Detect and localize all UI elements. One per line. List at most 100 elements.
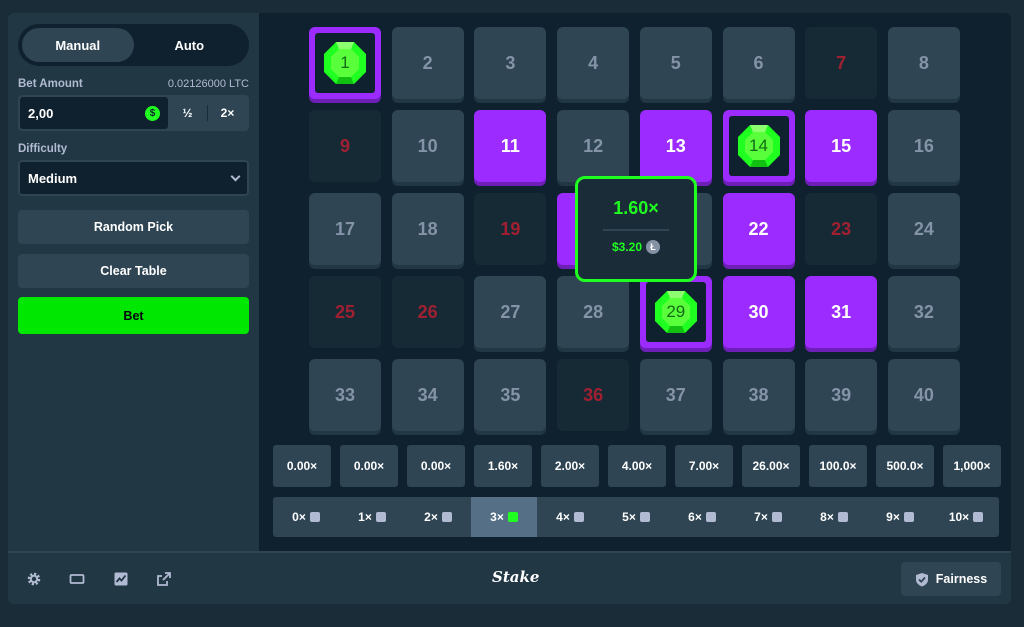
tile-number: 40 bbox=[913, 384, 934, 405]
tile-9[interactable]: 9 bbox=[309, 110, 381, 182]
hit-count-item: 4× bbox=[537, 497, 603, 537]
tile-24[interactable]: 24 bbox=[887, 193, 960, 265]
tile-25[interactable]: 25 bbox=[309, 276, 381, 348]
multiplier-box: 500.0× bbox=[876, 445, 934, 487]
tile-15[interactable]: 15 bbox=[805, 110, 878, 182]
tile-number: 39 bbox=[831, 384, 852, 405]
tile-18[interactable]: 18 bbox=[391, 193, 464, 265]
gem-square-icon bbox=[771, 512, 782, 522]
mode-toggle: Manual Auto bbox=[18, 24, 249, 66]
tile-5[interactable]: 5 bbox=[639, 27, 712, 99]
tile-1[interactable]: 1 bbox=[309, 27, 381, 99]
stats-chart-icon[interactable] bbox=[113, 571, 129, 587]
difficulty-label: Difficulty bbox=[18, 143, 68, 155]
tile-27[interactable]: 27 bbox=[474, 276, 547, 348]
tile-number: 13 bbox=[665, 135, 686, 156]
tile-34[interactable]: 34 bbox=[391, 359, 464, 431]
hit-count-label: 9× bbox=[886, 510, 900, 524]
tile-number: 16 bbox=[913, 135, 934, 156]
tile-22[interactable]: 22 bbox=[722, 193, 795, 265]
random-pick-button[interactable]: Random Pick bbox=[18, 210, 249, 244]
hit-count-label: 1× bbox=[358, 510, 372, 524]
tile-number: 29 bbox=[666, 302, 686, 321]
tile-8[interactable]: 8 bbox=[887, 27, 960, 99]
bet-amount-input[interactable]: 2,00 $ bbox=[20, 97, 168, 129]
tile-7[interactable]: 7 bbox=[805, 27, 878, 99]
hit-count-label: 8× bbox=[820, 510, 834, 524]
multiplier-box: 0.00× bbox=[340, 445, 398, 487]
hit-count-label: 3× bbox=[490, 510, 504, 524]
tile-11[interactable]: 11 bbox=[474, 110, 547, 182]
tile-2[interactable]: 2 bbox=[391, 27, 464, 99]
multiplier-box: 0.00× bbox=[273, 445, 331, 487]
tile-28[interactable]: 28 bbox=[557, 276, 630, 348]
tile-3[interactable]: 3 bbox=[474, 27, 547, 99]
tile-number: 10 bbox=[417, 135, 438, 156]
tile-29[interactable]: 29 bbox=[639, 276, 712, 348]
tile-number: 19 bbox=[500, 218, 521, 239]
clear-table-button[interactable]: Clear Table bbox=[18, 254, 249, 288]
tile-number: 36 bbox=[583, 384, 604, 405]
bet-amount-control: 2,00 $ ½ 2× bbox=[18, 95, 249, 131]
gear-icon[interactable] bbox=[26, 571, 42, 587]
tile-number: 11 bbox=[500, 135, 520, 156]
tile-number: 37 bbox=[665, 384, 686, 405]
tooltip-divider bbox=[603, 229, 669, 231]
hit-count-item: 7× bbox=[735, 497, 801, 537]
hit-count-label: 7× bbox=[754, 510, 768, 524]
tile-32[interactable]: 32 bbox=[887, 276, 960, 348]
hit-count-item: 10× bbox=[933, 497, 999, 537]
fairness-button[interactable]: Fairness bbox=[901, 562, 1001, 596]
gem-square-icon bbox=[441, 512, 452, 522]
tile-40[interactable]: 40 bbox=[887, 359, 960, 431]
manual-tab[interactable]: Manual bbox=[22, 28, 134, 62]
tile-4[interactable]: 4 bbox=[557, 27, 630, 99]
tile-36[interactable]: 36 bbox=[557, 359, 630, 431]
tile-number: 5 bbox=[670, 52, 681, 73]
litecoin-icon: Ł bbox=[646, 240, 661, 254]
tile-number: 28 bbox=[583, 301, 604, 322]
tile-26[interactable]: 26 bbox=[391, 276, 464, 348]
multiplier-box: 7.00× bbox=[675, 445, 733, 487]
bet-amount-value: 2,00 bbox=[28, 105, 54, 121]
tile-number: 9 bbox=[339, 135, 350, 156]
half-bet-button[interactable]: ½ bbox=[168, 97, 207, 129]
hit-count-item: 8× bbox=[801, 497, 867, 537]
tile-14[interactable]: 14 bbox=[722, 110, 795, 182]
double-bet-button[interactable]: 2× bbox=[208, 97, 247, 129]
tile-31[interactable]: 31 bbox=[805, 276, 878, 348]
auto-tab[interactable]: Auto bbox=[134, 28, 246, 62]
tile-17[interactable]: 17 bbox=[309, 193, 381, 265]
theatre-mode-icon[interactable] bbox=[69, 571, 85, 587]
tile-6[interactable]: 6 bbox=[722, 27, 795, 99]
tile-10[interactable]: 10 bbox=[391, 110, 464, 182]
hit-count-item: 5× bbox=[603, 497, 669, 537]
gem-square-icon bbox=[705, 512, 716, 522]
tile-35[interactable]: 35 bbox=[474, 359, 547, 431]
tile-number: 12 bbox=[583, 135, 604, 156]
tile-number: 3 bbox=[505, 52, 516, 73]
tile-30[interactable]: 30 bbox=[722, 276, 795, 348]
tile-16[interactable]: 16 bbox=[887, 110, 960, 182]
hit-count-item: 2× bbox=[405, 497, 471, 537]
hit-count-label: 5× bbox=[622, 510, 636, 524]
tile-39[interactable]: 39 bbox=[805, 359, 878, 431]
tile-19[interactable]: 19 bbox=[474, 193, 547, 265]
gem-square-icon bbox=[973, 512, 984, 522]
tile-33[interactable]: 33 bbox=[309, 359, 381, 431]
multiplier-box: 2.00× bbox=[541, 445, 599, 487]
tile-13[interactable]: 13 bbox=[639, 110, 712, 182]
tile-23[interactable]: 23 bbox=[805, 193, 878, 265]
popout-icon[interactable] bbox=[156, 571, 172, 587]
multiplier-box: 100.0× bbox=[809, 445, 867, 487]
tile-37[interactable]: 37 bbox=[639, 359, 712, 431]
bet-button[interactable]: Bet bbox=[18, 297, 249, 334]
hit-count-label: 4× bbox=[556, 510, 570, 524]
hit-count-item: 6× bbox=[669, 497, 735, 537]
payout-tooltip: 1.60× $3.20 Ł bbox=[575, 176, 697, 282]
tile-number: 35 bbox=[500, 384, 521, 405]
gem-square-icon bbox=[903, 512, 914, 522]
tile-12[interactable]: 12 bbox=[557, 110, 630, 182]
tile-38[interactable]: 38 bbox=[722, 359, 795, 431]
difficulty-select[interactable]: Medium bbox=[18, 160, 249, 196]
